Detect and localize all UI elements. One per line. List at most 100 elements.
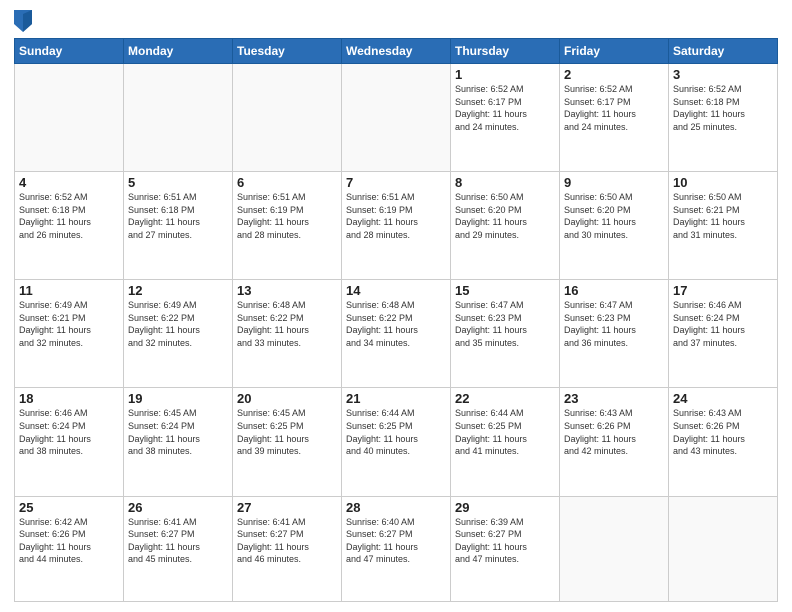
calendar-cell: 1Sunrise: 6:52 AM Sunset: 6:17 PM Daylig… bbox=[451, 64, 560, 172]
day-header-tuesday: Tuesday bbox=[233, 39, 342, 64]
calendar-cell: 19Sunrise: 6:45 AM Sunset: 6:24 PM Dayli… bbox=[124, 388, 233, 496]
day-info: Sunrise: 6:51 AM Sunset: 6:19 PM Dayligh… bbox=[237, 191, 337, 241]
calendar-cell: 4Sunrise: 6:52 AM Sunset: 6:18 PM Daylig… bbox=[15, 172, 124, 280]
day-number: 26 bbox=[128, 500, 228, 515]
calendar-cell: 13Sunrise: 6:48 AM Sunset: 6:22 PM Dayli… bbox=[233, 280, 342, 388]
day-info: Sunrise: 6:44 AM Sunset: 6:25 PM Dayligh… bbox=[455, 407, 555, 457]
day-number: 19 bbox=[128, 391, 228, 406]
day-info: Sunrise: 6:50 AM Sunset: 6:20 PM Dayligh… bbox=[564, 191, 664, 241]
calendar-cell: 18Sunrise: 6:46 AM Sunset: 6:24 PM Dayli… bbox=[15, 388, 124, 496]
day-number: 16 bbox=[564, 283, 664, 298]
day-info: Sunrise: 6:49 AM Sunset: 6:22 PM Dayligh… bbox=[128, 299, 228, 349]
calendar-cell: 23Sunrise: 6:43 AM Sunset: 6:26 PM Dayli… bbox=[560, 388, 669, 496]
logo-icon bbox=[14, 10, 32, 32]
day-info: Sunrise: 6:48 AM Sunset: 6:22 PM Dayligh… bbox=[237, 299, 337, 349]
day-number: 9 bbox=[564, 175, 664, 190]
calendar-table: SundayMondayTuesdayWednesdayThursdayFrid… bbox=[14, 38, 778, 602]
calendar-cell: 5Sunrise: 6:51 AM Sunset: 6:18 PM Daylig… bbox=[124, 172, 233, 280]
day-number: 8 bbox=[455, 175, 555, 190]
day-info: Sunrise: 6:44 AM Sunset: 6:25 PM Dayligh… bbox=[346, 407, 446, 457]
day-number: 3 bbox=[673, 67, 773, 82]
calendar-cell: 27Sunrise: 6:41 AM Sunset: 6:27 PM Dayli… bbox=[233, 496, 342, 602]
calendar-cell: 16Sunrise: 6:47 AM Sunset: 6:23 PM Dayli… bbox=[560, 280, 669, 388]
calendar-cell: 9Sunrise: 6:50 AM Sunset: 6:20 PM Daylig… bbox=[560, 172, 669, 280]
calendar-cell: 12Sunrise: 6:49 AM Sunset: 6:22 PM Dayli… bbox=[124, 280, 233, 388]
day-info: Sunrise: 6:52 AM Sunset: 6:18 PM Dayligh… bbox=[673, 83, 773, 133]
calendar-cell: 25Sunrise: 6:42 AM Sunset: 6:26 PM Dayli… bbox=[15, 496, 124, 602]
day-number: 22 bbox=[455, 391, 555, 406]
day-info: Sunrise: 6:42 AM Sunset: 6:26 PM Dayligh… bbox=[19, 516, 119, 566]
calendar-cell bbox=[669, 496, 778, 602]
day-header-monday: Monday bbox=[124, 39, 233, 64]
day-number: 17 bbox=[673, 283, 773, 298]
day-number: 28 bbox=[346, 500, 446, 515]
day-number: 15 bbox=[455, 283, 555, 298]
calendar-cell: 28Sunrise: 6:40 AM Sunset: 6:27 PM Dayli… bbox=[342, 496, 451, 602]
day-info: Sunrise: 6:51 AM Sunset: 6:18 PM Dayligh… bbox=[128, 191, 228, 241]
day-number: 12 bbox=[128, 283, 228, 298]
day-info: Sunrise: 6:40 AM Sunset: 6:27 PM Dayligh… bbox=[346, 516, 446, 566]
calendar-cell: 17Sunrise: 6:46 AM Sunset: 6:24 PM Dayli… bbox=[669, 280, 778, 388]
calendar-cell: 22Sunrise: 6:44 AM Sunset: 6:25 PM Dayli… bbox=[451, 388, 560, 496]
logo bbox=[14, 10, 36, 32]
day-info: Sunrise: 6:45 AM Sunset: 6:24 PM Dayligh… bbox=[128, 407, 228, 457]
day-number: 11 bbox=[19, 283, 119, 298]
calendar-cell bbox=[342, 64, 451, 172]
calendar-cell: 10Sunrise: 6:50 AM Sunset: 6:21 PM Dayli… bbox=[669, 172, 778, 280]
day-number: 21 bbox=[346, 391, 446, 406]
day-number: 2 bbox=[564, 67, 664, 82]
day-header-saturday: Saturday bbox=[669, 39, 778, 64]
day-info: Sunrise: 6:41 AM Sunset: 6:27 PM Dayligh… bbox=[128, 516, 228, 566]
day-info: Sunrise: 6:45 AM Sunset: 6:25 PM Dayligh… bbox=[237, 407, 337, 457]
header bbox=[14, 10, 778, 32]
day-info: Sunrise: 6:43 AM Sunset: 6:26 PM Dayligh… bbox=[564, 407, 664, 457]
calendar-cell: 29Sunrise: 6:39 AM Sunset: 6:27 PM Dayli… bbox=[451, 496, 560, 602]
calendar-cell bbox=[233, 64, 342, 172]
day-info: Sunrise: 6:52 AM Sunset: 6:18 PM Dayligh… bbox=[19, 191, 119, 241]
day-info: Sunrise: 6:46 AM Sunset: 6:24 PM Dayligh… bbox=[19, 407, 119, 457]
day-number: 25 bbox=[19, 500, 119, 515]
day-header-thursday: Thursday bbox=[451, 39, 560, 64]
day-info: Sunrise: 6:41 AM Sunset: 6:27 PM Dayligh… bbox=[237, 516, 337, 566]
calendar-cell: 21Sunrise: 6:44 AM Sunset: 6:25 PM Dayli… bbox=[342, 388, 451, 496]
day-header-wednesday: Wednesday bbox=[342, 39, 451, 64]
day-number: 5 bbox=[128, 175, 228, 190]
day-header-sunday: Sunday bbox=[15, 39, 124, 64]
day-number: 23 bbox=[564, 391, 664, 406]
calendar-cell: 6Sunrise: 6:51 AM Sunset: 6:19 PM Daylig… bbox=[233, 172, 342, 280]
calendar-cell bbox=[15, 64, 124, 172]
day-number: 27 bbox=[237, 500, 337, 515]
calendar-cell: 7Sunrise: 6:51 AM Sunset: 6:19 PM Daylig… bbox=[342, 172, 451, 280]
calendar-cell: 14Sunrise: 6:48 AM Sunset: 6:22 PM Dayli… bbox=[342, 280, 451, 388]
day-info: Sunrise: 6:43 AM Sunset: 6:26 PM Dayligh… bbox=[673, 407, 773, 457]
day-header-friday: Friday bbox=[560, 39, 669, 64]
day-number: 10 bbox=[673, 175, 773, 190]
day-number: 13 bbox=[237, 283, 337, 298]
day-info: Sunrise: 6:46 AM Sunset: 6:24 PM Dayligh… bbox=[673, 299, 773, 349]
day-number: 14 bbox=[346, 283, 446, 298]
day-info: Sunrise: 6:52 AM Sunset: 6:17 PM Dayligh… bbox=[455, 83, 555, 133]
day-number: 7 bbox=[346, 175, 446, 190]
calendar-cell bbox=[560, 496, 669, 602]
day-info: Sunrise: 6:50 AM Sunset: 6:21 PM Dayligh… bbox=[673, 191, 773, 241]
calendar-cell: 8Sunrise: 6:50 AM Sunset: 6:20 PM Daylig… bbox=[451, 172, 560, 280]
day-info: Sunrise: 6:48 AM Sunset: 6:22 PM Dayligh… bbox=[346, 299, 446, 349]
calendar-cell: 11Sunrise: 6:49 AM Sunset: 6:21 PM Dayli… bbox=[15, 280, 124, 388]
calendar-cell: 3Sunrise: 6:52 AM Sunset: 6:18 PM Daylig… bbox=[669, 64, 778, 172]
day-info: Sunrise: 6:50 AM Sunset: 6:20 PM Dayligh… bbox=[455, 191, 555, 241]
day-info: Sunrise: 6:52 AM Sunset: 6:17 PM Dayligh… bbox=[564, 83, 664, 133]
day-number: 29 bbox=[455, 500, 555, 515]
calendar-cell: 20Sunrise: 6:45 AM Sunset: 6:25 PM Dayli… bbox=[233, 388, 342, 496]
day-number: 1 bbox=[455, 67, 555, 82]
day-number: 24 bbox=[673, 391, 773, 406]
calendar-cell: 2Sunrise: 6:52 AM Sunset: 6:17 PM Daylig… bbox=[560, 64, 669, 172]
day-info: Sunrise: 6:49 AM Sunset: 6:21 PM Dayligh… bbox=[19, 299, 119, 349]
calendar-cell: 26Sunrise: 6:41 AM Sunset: 6:27 PM Dayli… bbox=[124, 496, 233, 602]
day-number: 20 bbox=[237, 391, 337, 406]
calendar-cell: 24Sunrise: 6:43 AM Sunset: 6:26 PM Dayli… bbox=[669, 388, 778, 496]
day-number: 18 bbox=[19, 391, 119, 406]
day-info: Sunrise: 6:47 AM Sunset: 6:23 PM Dayligh… bbox=[455, 299, 555, 349]
day-info: Sunrise: 6:39 AM Sunset: 6:27 PM Dayligh… bbox=[455, 516, 555, 566]
day-info: Sunrise: 6:47 AM Sunset: 6:23 PM Dayligh… bbox=[564, 299, 664, 349]
day-info: Sunrise: 6:51 AM Sunset: 6:19 PM Dayligh… bbox=[346, 191, 446, 241]
